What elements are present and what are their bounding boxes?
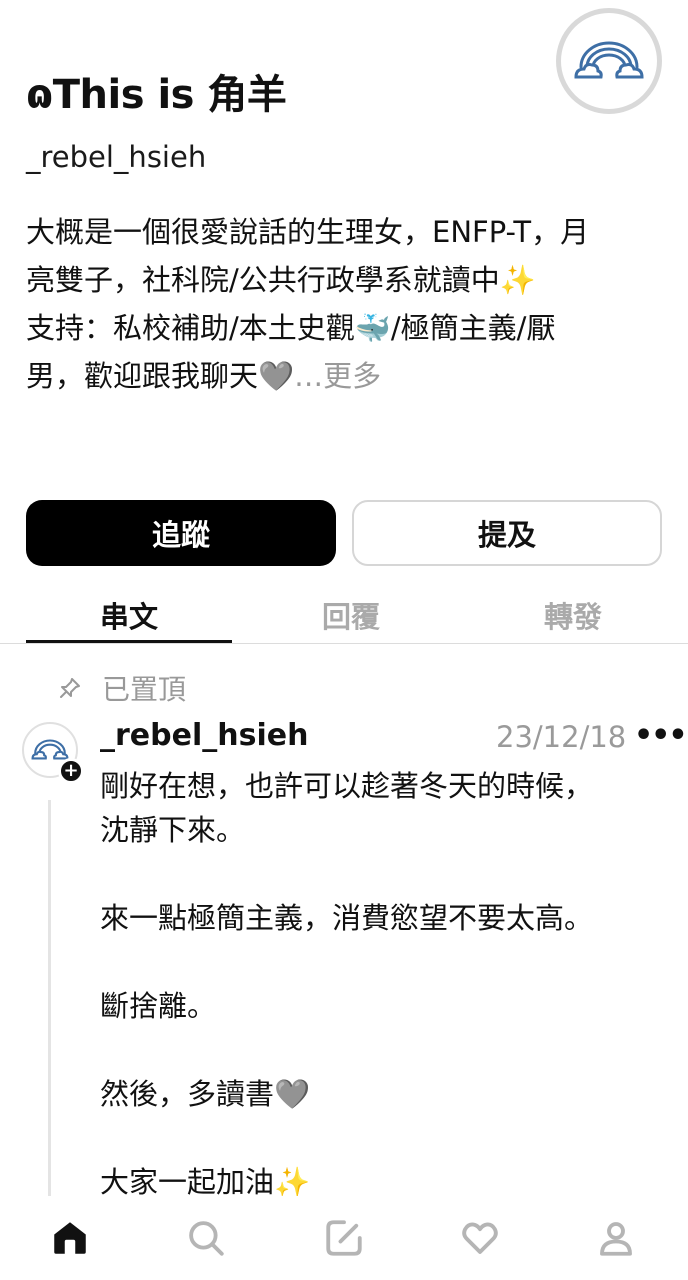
bio-line: 亮雙子，社科院/公共行政學系就讀中✨: [26, 263, 536, 297]
nav-compose[interactable]: [320, 1214, 368, 1262]
pinned-label: 已置頂: [102, 673, 187, 706]
nav-home[interactable]: [46, 1214, 94, 1262]
post-line: 剛好在想，也許可以趁著冬天的時候，: [100, 769, 594, 803]
profile-avatar[interactable]: [556, 8, 662, 114]
nav-search[interactable]: [182, 1214, 230, 1262]
nav-activity[interactable]: [456, 1214, 504, 1262]
mention-button[interactable]: 提及: [352, 500, 662, 566]
follow-plus-icon[interactable]: +: [58, 758, 84, 784]
post-body: 剛好在想，也許可以趁著冬天的時候， 沈靜下來。 來一點極簡主義，消費慾望不要太高…: [100, 764, 660, 1204]
bottom-nav: [0, 1196, 688, 1280]
post-line: 斷捨離。: [100, 989, 217, 1023]
profile-name: ɷThis is 角羊: [26, 72, 287, 118]
home-icon: [54, 1222, 86, 1254]
active-tab-indicator: [26, 640, 232, 643]
bio-line-last: 男，歡迎跟我聊天🩶…更多: [26, 352, 666, 400]
bio-line: 大概是一個很愛說話的生理女，ENFP-T，月: [26, 215, 590, 249]
post-line: 來一點極簡主義，消費慾望不要太高。: [100, 901, 594, 935]
thread-line: [48, 800, 51, 1196]
post-username[interactable]: _rebel_hsieh: [100, 718, 308, 753]
tab-reposts[interactable]: 轉發: [544, 594, 602, 636]
bio-line-text: 男，歡迎跟我聊天🩶: [26, 359, 295, 393]
profile-bio: 大概是一個很愛說話的生理女，ENFP-T，月 亮雙子，社科院/公共行政學系就讀中…: [26, 208, 666, 400]
heart-icon: [462, 1222, 498, 1254]
profile-icon: [600, 1222, 632, 1256]
compose-icon: [326, 1220, 362, 1256]
bio-more-link[interactable]: …更多: [294, 359, 381, 393]
search-icon: [189, 1221, 224, 1256]
post-line: 沈靜下來。: [100, 813, 246, 847]
more-options-icon[interactable]: •••: [634, 718, 688, 753]
pinned-indicator: 已置頂: [58, 668, 186, 708]
rainbow-icon: [574, 41, 644, 79]
tab-replies[interactable]: 回覆: [322, 594, 380, 636]
profile-handle: _rebel_hsieh: [26, 140, 207, 174]
pin-icon: [60, 678, 80, 698]
follow-button[interactable]: 追蹤: [26, 500, 336, 566]
post-line: 然後，多讀書🩶: [100, 1077, 311, 1111]
post-date: 23/12/18: [496, 720, 627, 754]
profile-tabs: 串文 回覆 轉發: [0, 584, 688, 644]
bio-line: 支持：私校補助/本土史觀🐳/極簡主義/厭: [26, 311, 556, 345]
profile-page: ɷThis is 角羊 _rebel_hsieh 大概是一個很愛說話的生理女，E…: [0, 0, 688, 1280]
tab-threads[interactable]: 串文: [100, 594, 158, 636]
nav-profile[interactable]: [592, 1214, 640, 1262]
